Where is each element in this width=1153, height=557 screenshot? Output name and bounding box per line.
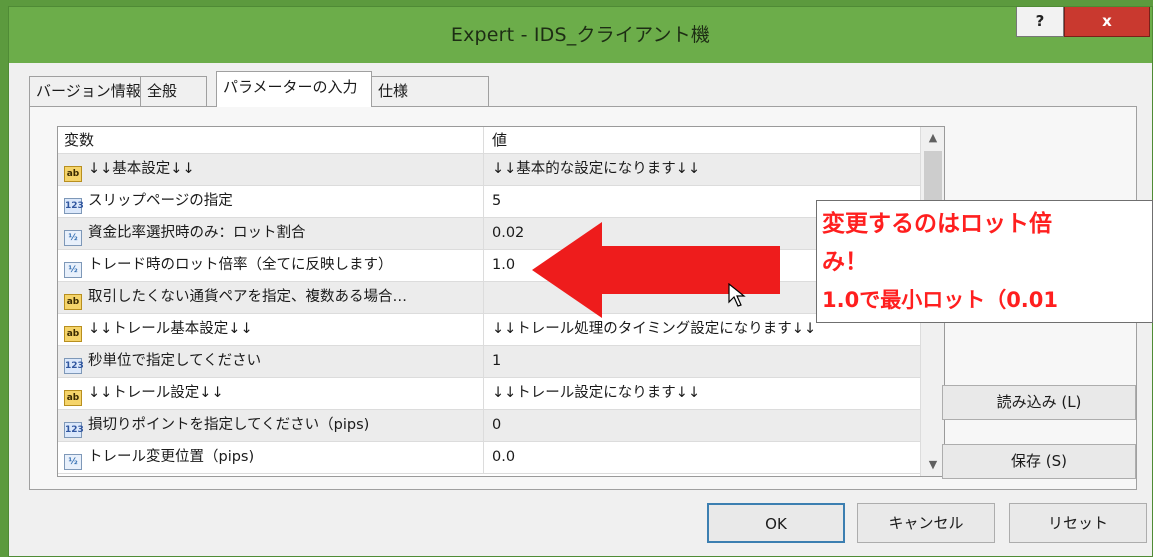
window-title: Expert - IDS_クライアント機 xyxy=(450,24,711,46)
parameter-name-cell: ½ トレード時のロット倍率（全てに反映します） xyxy=(64,250,476,281)
parameter-name: トレード時のロット倍率（全てに反映します） xyxy=(88,257,393,273)
annotation-line-2: み！ xyxy=(822,249,868,275)
help-button[interactable]: ? xyxy=(1016,7,1064,37)
table-row[interactable]: ½ トレール変更位置（pips) 0.0 xyxy=(58,442,920,474)
tab-spec[interactable]: 仕様 xyxy=(371,76,489,106)
parameter-value[interactable]: 0.0 xyxy=(483,442,915,473)
parameter-name: ↓↓トレール基本設定↓↓ xyxy=(88,321,253,337)
table-row[interactable]: ab ↓↓トレール基本設定↓↓ ↓↓トレール処理のタイミング設定になります↓↓ xyxy=(58,314,920,346)
parameter-name-cell: ab ↓↓トレール基本設定↓↓ xyxy=(64,314,476,345)
annotation-callout: 変更するのはロット倍 み！ 1.0で最小ロット（0.01 xyxy=(816,200,1153,323)
grid-header: 変数 値 xyxy=(58,127,920,154)
parameter-name: 資金比率選択時のみ：ロット割合 xyxy=(88,225,306,241)
parameter-name-cell: 123 損切りポイントを指定してください（pips) xyxy=(64,410,476,441)
table-row[interactable]: 123 損切りポイントを指定してください（pips) 0 xyxy=(58,410,920,442)
annotation-line-1: 変更するのはロット倍 xyxy=(822,211,1052,237)
double-type-icon: ½ xyxy=(64,454,82,470)
string-type-icon: ab xyxy=(64,294,82,310)
mouse-cursor-icon xyxy=(728,283,746,307)
parameter-grid: 変数 値 ab ↓↓基本設定↓↓ ↓↓基本的な設定になります↓↓ 123 スリップページ… xyxy=(57,126,945,477)
table-row[interactable]: 123 秒単位で指定してください 1 xyxy=(58,346,920,378)
parameter-name: トレール変更位置（pips) xyxy=(88,449,255,465)
parameter-name-cell: ab ↓↓基本設定↓↓ xyxy=(64,154,476,185)
table-row[interactable]: ½ トレード時のロット倍率（全てに反映します） 1.0 xyxy=(58,250,920,282)
annotation-line-3: 1.0で最小ロット（0.01 xyxy=(822,288,1059,312)
parameter-name: 損切りポイントを指定してください（pips) xyxy=(88,417,370,433)
parameter-name-cell: 123 スリップページの指定 xyxy=(64,186,476,217)
integer-type-icon: 123 xyxy=(64,422,84,438)
double-type-icon: ½ xyxy=(64,230,82,246)
ok-button[interactable]: OK xyxy=(707,503,845,543)
parameter-name-cell: ½ 資金比率選択時のみ：ロット割合 xyxy=(64,218,476,249)
parameter-value[interactable]: ↓↓基本的な設定になります↓↓ xyxy=(483,154,915,185)
scroll-up-icon[interactable]: ▲ xyxy=(921,127,944,149)
parameter-name-cell: 123 秒単位で指定してください xyxy=(64,346,476,377)
tab-parameters[interactable]: パラメーターの入力 xyxy=(216,71,372,107)
parameter-name-cell: ab 取引したくない通貨ペアを指定、複数ある場合… xyxy=(64,282,476,313)
title-bar[interactable]: Expert - IDS_クライアント機 ? x xyxy=(9,7,1152,63)
string-type-icon: ab xyxy=(64,326,82,342)
save-button[interactable]: 保存 (S) xyxy=(942,444,1136,479)
table-row[interactable]: 123 スリップページの指定 5 xyxy=(58,186,920,218)
parameter-name: ↓↓基本設定↓↓ xyxy=(88,161,195,177)
close-button[interactable]: x xyxy=(1064,7,1150,37)
integer-type-icon: 123 xyxy=(64,358,84,374)
parameter-name: 秒単位で指定してください xyxy=(88,353,262,369)
tab-version-info[interactable]: バージョン情報 xyxy=(29,76,141,106)
load-button[interactable]: 読み込み (L) xyxy=(942,385,1136,420)
table-row[interactable]: ½ 資金比率選択時のみ：ロット割合 0.02 xyxy=(58,218,920,250)
tab-general[interactable]: 全般 xyxy=(140,76,207,106)
parameter-name: スリップページの指定 xyxy=(88,193,233,209)
double-type-icon: ½ xyxy=(64,262,82,278)
parameter-name-cell: ½ トレール変更位置（pips) xyxy=(64,442,476,473)
parameter-name-cell: ab ↓↓トレール設定↓↓ xyxy=(64,378,476,409)
string-type-icon: ab xyxy=(64,166,82,182)
table-row[interactable]: ab 取引したくない通貨ペアを指定、複数ある場合… xyxy=(58,282,920,314)
cancel-button[interactable]: キャンセル xyxy=(857,503,995,543)
parameter-value[interactable]: ↓↓トレール設定になります↓↓ xyxy=(483,378,915,409)
header-variable: 変数 xyxy=(64,131,95,149)
parameter-name: ↓↓トレール設定↓↓ xyxy=(88,385,224,401)
integer-type-icon: 123 xyxy=(64,198,84,214)
parameter-name: 取引したくない通貨ペアを指定、複数ある場合… xyxy=(88,289,407,305)
header-value: 値 xyxy=(483,127,915,153)
parameter-value[interactable]: 1 xyxy=(483,346,915,377)
reset-button[interactable]: リセット xyxy=(1009,503,1147,543)
table-row[interactable]: ab ↓↓トレール設定↓↓ ↓↓トレール設定になります↓↓ xyxy=(58,378,920,410)
table-row[interactable]: ab ↓↓基本設定↓↓ ↓↓基本的な設定になります↓↓ xyxy=(58,154,920,186)
string-type-icon: ab xyxy=(64,390,82,406)
tab-strip: バージョン情報 全般 パラメーターの入力 仕様 xyxy=(29,71,729,107)
parameter-value[interactable]: 0 xyxy=(483,410,915,441)
